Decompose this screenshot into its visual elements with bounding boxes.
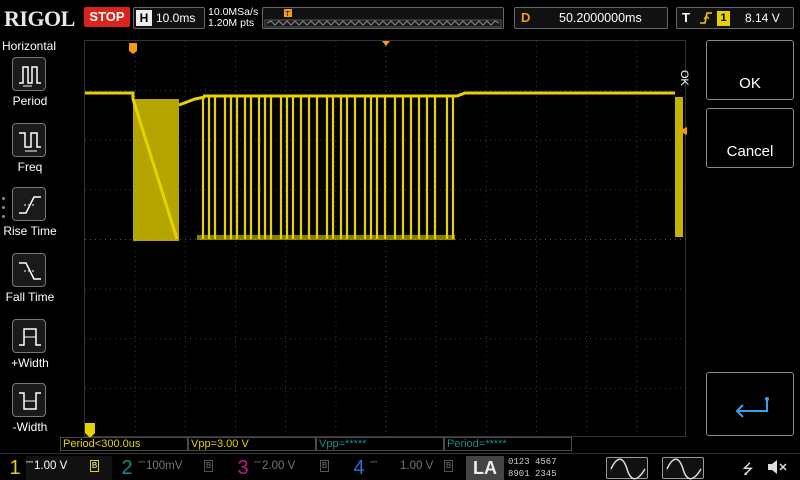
logic-analyzer-button[interactable]: LA xyxy=(466,456,504,480)
generator-1-button[interactable] xyxy=(606,457,648,480)
menu-label-negative-width: -Width xyxy=(12,420,48,434)
ok-button-label: OK xyxy=(739,75,761,92)
timebase-box[interactable]: H 10.0ms xyxy=(133,7,205,29)
speaker-muted-icon[interactable] xyxy=(766,458,788,480)
delay-box[interactable]: D 50.2000000ms xyxy=(514,7,668,29)
channel-1-number: 1 xyxy=(4,456,26,480)
run-stop-indicator[interactable]: STOP xyxy=(84,7,130,27)
rise-time-icon xyxy=(12,187,46,221)
usb-icon: ⭍ xyxy=(742,461,754,477)
menu-label-rise-time: Rise Time xyxy=(3,224,57,238)
channel-1-trace xyxy=(203,91,675,98)
logic-channel-map: 0123 4567 8901 2345 xyxy=(508,456,600,480)
cancel-button[interactable]: Cancel xyxy=(706,108,794,168)
channel-3-box[interactable]: 3 ⎓ 2.00 V B xyxy=(232,456,342,480)
menu-item-freq[interactable]: Freq xyxy=(2,123,58,185)
top-status-bar: RIGOL STOP H 10.0ms 10.0MSa/s 1.20M pts … xyxy=(0,0,800,36)
menu-item-rise-time[interactable]: Rise Time xyxy=(2,187,58,249)
measurement-vpp-ch1[interactable]: Vpp=3.00 V xyxy=(188,437,316,451)
channel-1-burst-block xyxy=(675,97,683,237)
menu-title: Horizontal xyxy=(2,39,57,53)
brand-logo: RIGOL xyxy=(4,6,75,31)
delay-value: 50.2000000ms xyxy=(559,11,642,25)
channel-2-number: 2 xyxy=(121,457,133,479)
menu-item-fall-time[interactable]: Fall Time xyxy=(2,253,58,315)
dc-coupling-icon: ⎓ xyxy=(370,457,378,467)
channel-status-bar: 1 ⎓ 1.00 V B 2 ⎓ 100mV B 3 ⎓ 2.00 V B 4 … xyxy=(0,453,800,480)
dc-coupling-icon: ⎓ xyxy=(138,457,146,467)
menu-label-period: Period xyxy=(12,94,48,108)
bandwidth-limit-icon: B xyxy=(444,460,453,472)
channel-1-ground-marker xyxy=(85,423,95,438)
svg-text:T: T xyxy=(286,11,291,18)
waveform-display[interactable] xyxy=(84,40,687,438)
memory-waveform-overview: T xyxy=(264,9,502,28)
enter-icon xyxy=(735,397,769,418)
timebase-value: 10.0ms xyxy=(156,11,196,25)
positive-width-icon xyxy=(12,319,46,353)
logic-channels-row-2: 8901 2345 xyxy=(508,469,557,479)
memory-depth: 1.20M pts xyxy=(208,17,255,29)
enter-button[interactable] xyxy=(706,372,794,436)
ok-button[interactable]: OK xyxy=(706,40,794,100)
measure-menu: Horizontal Period Freq Rise Time Fall Ti… xyxy=(0,37,60,447)
trigger-source-badge: 1 xyxy=(717,11,730,26)
channel-4-box[interactable]: 4 ⎓ 1.00 V B xyxy=(348,456,460,480)
trigger-box[interactable]: T 1 8.14 V xyxy=(676,7,794,29)
bandwidth-limit-icon: B xyxy=(320,460,329,472)
channel-3-scale: 2.00 V xyxy=(262,460,296,472)
menu-label-positive-width: +Width xyxy=(11,356,49,370)
horizontal-letter: H xyxy=(136,10,152,26)
measurement-strip: Period<300.0us Vpp=3.00 V Vpp=***** Peri… xyxy=(60,437,680,451)
measurement-period[interactable]: Period<300.0us xyxy=(60,437,188,451)
channel-1-box[interactable]: 1 ⎓ 1.00 V B xyxy=(4,456,112,480)
dc-coupling-icon: ⎓ xyxy=(254,457,262,467)
rising-edge-icon xyxy=(699,10,713,29)
bandwidth-limit-icon: B xyxy=(90,460,99,472)
acquisition-info: 10.0MSa/s 1.20M pts xyxy=(208,7,258,29)
dialog-softkeys: OK OK Cancel xyxy=(678,40,800,440)
bandwidth-limit-icon: B xyxy=(204,460,213,472)
frequency-icon xyxy=(12,123,46,157)
channel-2-box[interactable]: 2 ⎓ 100mV B xyxy=(116,456,224,480)
trigger-level: 8.14 V xyxy=(745,11,780,25)
generator-2-button[interactable] xyxy=(662,457,704,480)
channel-1-trace xyxy=(178,95,206,107)
negative-width-icon xyxy=(12,383,46,417)
channel-3-number: 3 xyxy=(237,457,249,479)
period-icon xyxy=(12,57,46,91)
trigger-letter: T xyxy=(682,10,690,25)
graticule xyxy=(85,41,687,438)
channel-1-scale: 1.00 V xyxy=(34,460,68,472)
center-marker xyxy=(382,41,390,46)
channel-1-low-band xyxy=(197,235,455,240)
menu-label-freq: Freq xyxy=(17,160,43,174)
measurement-period-ch2[interactable]: Period=***** xyxy=(444,437,572,451)
menu-item-negative-width[interactable]: -Width xyxy=(2,383,58,445)
logic-channels-row-1: 0123 4567 xyxy=(508,457,557,467)
trigger-time-marker xyxy=(129,43,137,54)
dc-coupling-icon: ⎓ xyxy=(26,457,34,467)
menu-label-fall-time: Fall Time xyxy=(5,290,55,304)
trigger-position-marker: T xyxy=(284,9,292,18)
sine-wave-icon xyxy=(610,458,646,480)
channel-2-scale: 100mV xyxy=(146,460,183,472)
cancel-button-label: Cancel xyxy=(726,143,774,160)
memory-position-bar[interactable]: T xyxy=(262,7,504,29)
delay-letter: D xyxy=(521,10,531,25)
menu-item-positive-width[interactable]: +Width xyxy=(2,319,58,381)
channel-1-burst-block xyxy=(133,99,179,241)
fall-time-icon xyxy=(12,253,46,287)
menu-item-period[interactable]: Period xyxy=(2,57,58,119)
measurement-vpp-ch2[interactable]: Vpp=***** xyxy=(316,437,444,451)
sine-wave-icon xyxy=(666,458,702,480)
ok-vertical-label: OK xyxy=(678,70,690,86)
channel-4-number: 4 xyxy=(353,457,365,479)
channel-4-scale: 1.00 V xyxy=(400,460,434,472)
